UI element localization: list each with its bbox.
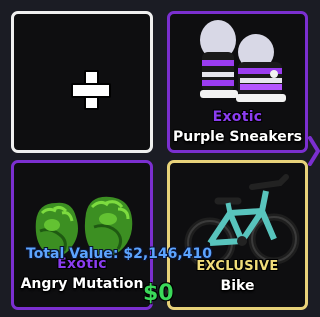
price-label: $0 bbox=[143, 281, 174, 306]
item-rarity: Exotic bbox=[212, 109, 263, 125]
item-name: Bike bbox=[220, 278, 255, 294]
add-item-slot[interactable] bbox=[11, 11, 153, 153]
inventory-grid: Exotic Purple Sneakers Exotic Angry Muta… bbox=[0, 0, 320, 317]
item-slot-angry-mutation[interactable]: Exotic Angry Mutation bbox=[11, 160, 153, 310]
total-value-label: Total Value: $2,146,410 bbox=[26, 246, 212, 262]
sneakers-image bbox=[200, 20, 286, 102]
plus-icon[interactable] bbox=[71, 70, 111, 110]
item-name: Angry Mutation bbox=[20, 276, 144, 292]
item-slot-purple-sneakers[interactable]: Exotic Purple Sneakers bbox=[167, 11, 308, 153]
item-slot-bike[interactable]: EXCLUSIVE Bike bbox=[167, 160, 308, 310]
chevron-right-icon[interactable] bbox=[308, 136, 320, 166]
item-name: Purple Sneakers bbox=[173, 129, 302, 145]
